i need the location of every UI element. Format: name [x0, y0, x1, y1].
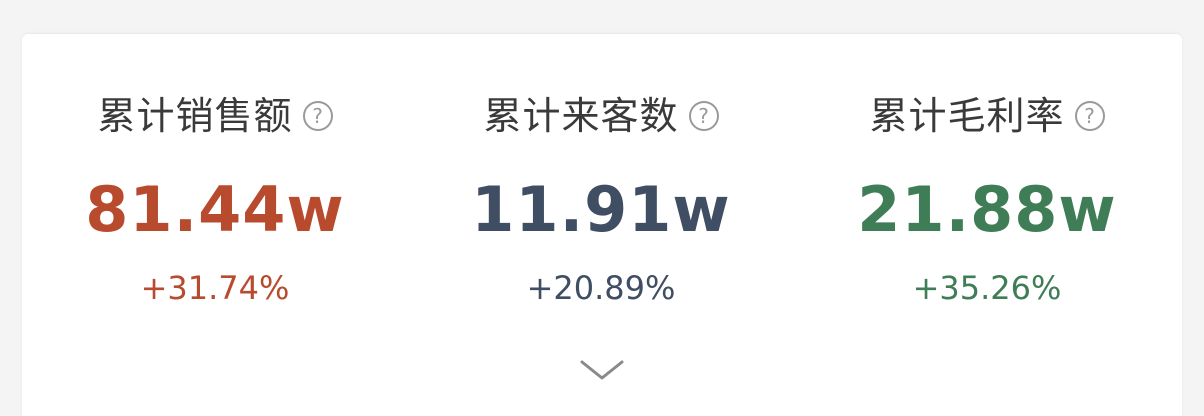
metric-value: 81.44w [85, 173, 345, 246]
metric-label-row: 累计销售额 ? [22, 90, 408, 142]
question-circle-icon[interactable]: ? [688, 101, 719, 131]
metric-label: 累计销售额 [97, 94, 293, 138]
metrics-row: 累计销售额 ? 81.44w +31.74% 累计来客数 ? 11.91w +2… [22, 34, 1182, 334]
metric-value: 21.88w [857, 173, 1117, 246]
metric-customers: 累计来客数 ? 11.91w +20.89% [408, 34, 794, 334]
metric-gross-margin: 累计毛利率 ? 21.88w +35.26% [794, 34, 1180, 334]
metric-label: 累计毛利率 [869, 94, 1065, 138]
metric-sales: 累计销售额 ? 81.44w +31.74% [22, 34, 408, 334]
question-circle-icon[interactable]: ? [1074, 101, 1105, 131]
metric-change: +35.26% [912, 269, 1062, 307]
chevron-down-icon[interactable] [576, 354, 628, 384]
question-circle-icon[interactable]: ? [302, 101, 333, 131]
metric-label-row: 累计毛利率 ? [794, 90, 1180, 142]
metric-change: +20.89% [526, 269, 676, 307]
metrics-card: 累计销售额 ? 81.44w +31.74% 累计来客数 ? 11.91w +2… [22, 34, 1182, 416]
metric-label: 累计来客数 [483, 94, 679, 138]
metric-change: +31.74% [140, 269, 290, 307]
metric-label-row: 累计来客数 ? [408, 90, 794, 142]
metric-value: 11.91w [471, 173, 731, 246]
